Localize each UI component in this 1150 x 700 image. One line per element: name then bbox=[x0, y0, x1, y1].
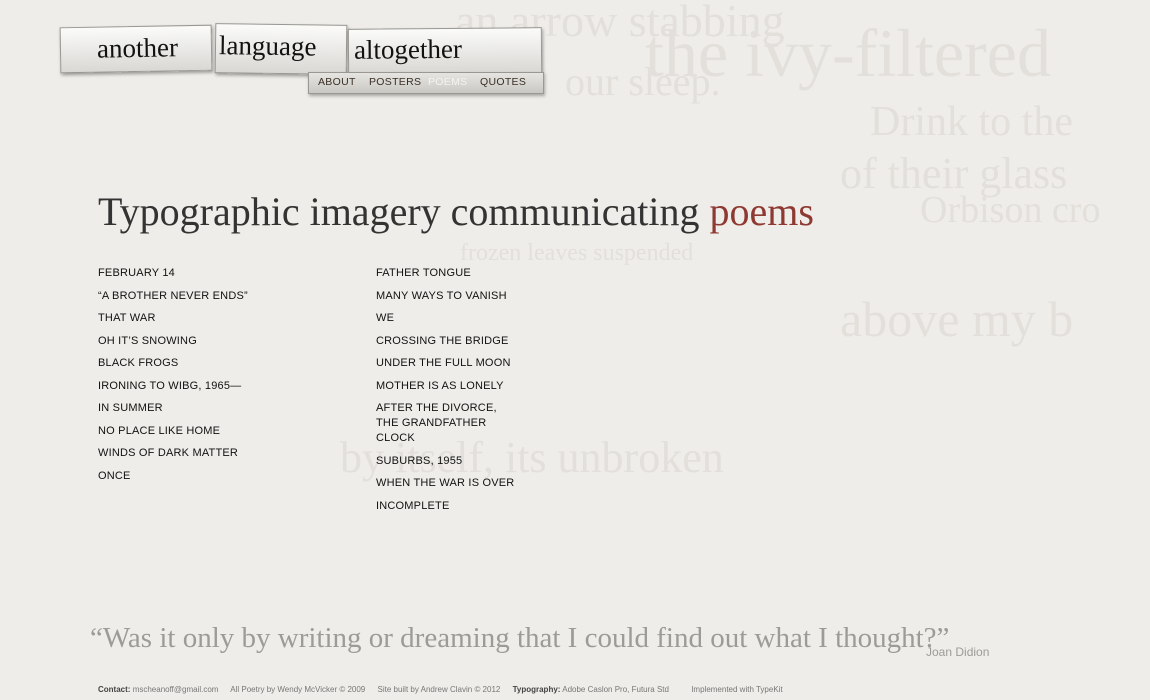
footer-contact: Contact: mscheanoff@gmail.com bbox=[98, 685, 218, 694]
list-item: WHEN THE WAR IS OVER bbox=[376, 476, 516, 491]
background-word: Orbison cro bbox=[920, 189, 1101, 231]
list-item: FEBRUARY 14 bbox=[98, 266, 248, 281]
list-item: FATHER TONGUE bbox=[376, 266, 516, 281]
page-title: Typographic imagery communicating poems bbox=[98, 188, 814, 235]
poem-link[interactable]: OH IT’S SNOWING bbox=[98, 334, 248, 349]
site-logo[interactable]: another language altogether ABOUT POSTER… bbox=[59, 20, 550, 100]
footer-poetry-credit: All Poetry by Wendy McVicker © 2009 bbox=[230, 685, 366, 694]
background-word: frozen leaves suspended bbox=[460, 240, 694, 266]
main-nav: ABOUT POSTERS POEMS QUOTES bbox=[308, 72, 544, 94]
poem-link[interactable]: MANY WAYS TO VANISH bbox=[376, 289, 516, 304]
poem-list-right: FATHER TONGUE MANY WAYS TO VANISH WE CRO… bbox=[376, 266, 516, 514]
quote-author: Joan Didion bbox=[926, 645, 990, 659]
logo-strip-altogether: altogether bbox=[347, 27, 543, 75]
list-item: SUBURBS, 1955 bbox=[376, 454, 516, 469]
poem-link[interactable]: SUBURBS, 1955 bbox=[376, 454, 516, 469]
poem-link[interactable]: MOTHER IS AS LONELY bbox=[376, 379, 516, 394]
list-item: IRONING TO WIBG, 1965— bbox=[98, 379, 248, 394]
list-item: ONCE bbox=[98, 469, 248, 484]
poem-link[interactable]: UNDER THE FULL MOON bbox=[376, 356, 516, 371]
logo-word: language bbox=[218, 30, 317, 62]
site-footer: Contact: mscheanoff@gmail.com All Poetry… bbox=[98, 685, 793, 694]
nav-posters[interactable]: POSTERS bbox=[369, 76, 421, 88]
list-item: MANY WAYS TO VANISH bbox=[376, 289, 516, 304]
list-item: THAT WAR bbox=[98, 311, 248, 326]
poem-link[interactable]: FATHER TONGUE bbox=[376, 266, 516, 281]
contact-email-link[interactable]: mscheanoff@gmail.com bbox=[133, 685, 219, 694]
nav-poems[interactable]: POEMS bbox=[428, 76, 467, 88]
list-item: “A BROTHER NEVER ENDS” bbox=[98, 289, 248, 304]
nav-about[interactable]: ABOUT bbox=[318, 76, 356, 88]
poem-link[interactable]: INCOMPLETE bbox=[376, 499, 516, 514]
poem-link[interactable]: FEBRUARY 14 bbox=[98, 266, 248, 281]
list-item: BLACK FROGS bbox=[98, 356, 248, 371]
list-item: MOTHER IS AS LONELY bbox=[376, 379, 516, 394]
poem-link[interactable]: NO PLACE LIKE HOME bbox=[98, 424, 248, 439]
footer-typography: Typography: Adobe Caslon Pro, Futura Std bbox=[513, 685, 679, 694]
background-word: above my b bbox=[840, 291, 1074, 347]
list-item: INCOMPLETE bbox=[376, 499, 516, 514]
footer-built-credit: Site built by Andrew Clavin © 2012 bbox=[377, 685, 501, 694]
poem-link[interactable]: ONCE bbox=[98, 469, 248, 484]
list-item: UNDER THE FULL MOON bbox=[376, 356, 516, 371]
nav-quotes[interactable]: QUOTES bbox=[480, 76, 526, 88]
list-item: WE bbox=[376, 311, 516, 326]
list-item: IN SUMMER bbox=[98, 401, 248, 416]
featured-quote: “Was it only by writing or dreaming that… bbox=[90, 622, 950, 654]
background-word: Drink to the bbox=[870, 99, 1073, 145]
footer-typography-label: Typography: bbox=[512, 685, 561, 694]
logo-strip-another: another bbox=[59, 24, 213, 74]
page-title-main: Typographic imagery communicating bbox=[98, 189, 710, 234]
footer-contact-label: Contact: bbox=[98, 685, 131, 694]
poem-list-left: FEBRUARY 14 “A BROTHER NEVER ENDS” THAT … bbox=[98, 266, 248, 484]
page-title-accent: poems bbox=[709, 189, 814, 234]
poem-link[interactable]: CROSSING THE BRIDGE bbox=[376, 334, 516, 349]
list-item: NO PLACE LIKE HOME bbox=[98, 424, 248, 439]
poem-link[interactable]: “A BROTHER NEVER ENDS” bbox=[98, 289, 248, 304]
list-item: CROSSING THE BRIDGE bbox=[376, 334, 516, 349]
background-word: of their glass bbox=[840, 149, 1068, 198]
poem-link[interactable]: THAT WAR bbox=[98, 311, 248, 326]
list-item: WINDS OF DARK MATTER bbox=[98, 446, 248, 461]
poem-link[interactable]: WE bbox=[376, 311, 516, 326]
logo-word: altogether bbox=[353, 33, 463, 65]
poem-link[interactable]: BLACK FROGS bbox=[98, 356, 248, 371]
poem-link[interactable]: AFTER THE DIVORCE, THE GRANDFATHER CLOCK bbox=[376, 401, 516, 446]
list-item: AFTER THE DIVORCE, THE GRANDFATHER CLOCK bbox=[376, 401, 516, 446]
list-item: OH IT’S SNOWING bbox=[98, 334, 248, 349]
footer-typography-value: Adobe Caslon Pro, Futura Std bbox=[562, 685, 669, 694]
poem-link[interactable]: WINDS OF DARK MATTER bbox=[98, 446, 248, 461]
background-word: the ivy-filtered bbox=[645, 15, 1051, 91]
poem-link[interactable]: WHEN THE WAR IS OVER bbox=[376, 476, 516, 491]
poem-link[interactable]: IRONING TO WIBG, 1965— bbox=[98, 379, 248, 394]
background-word: our sleep. bbox=[565, 59, 721, 104]
logo-word: another bbox=[96, 32, 179, 64]
logo-strip-language: language bbox=[214, 23, 348, 75]
footer-implemented: Implemented with TypeKit bbox=[691, 685, 783, 694]
poem-link[interactable]: IN SUMMER bbox=[98, 401, 248, 416]
